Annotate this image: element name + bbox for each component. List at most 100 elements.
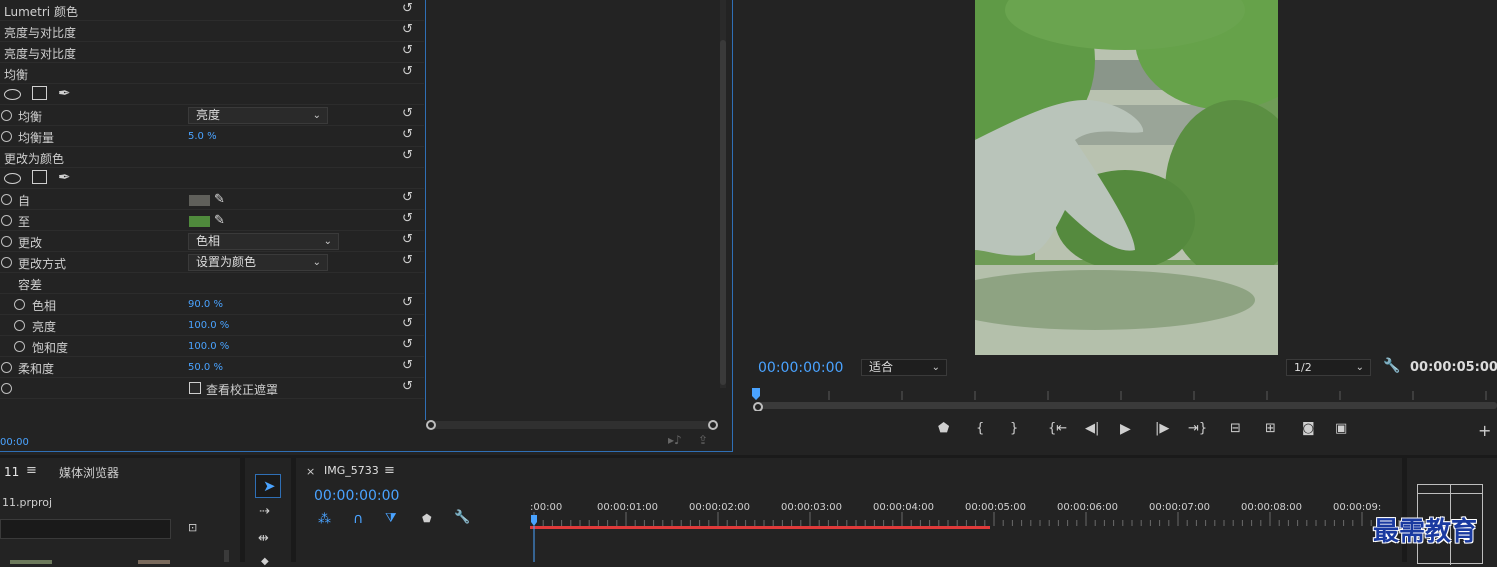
reset-icon[interactable]: ↺ [402,65,416,79]
param-value[interactable]: 90.0 % [188,299,223,310]
effect-row-lumetri[interactable]: Lumetri 颜色 ↺ [0,0,424,21]
zoom-handle-left[interactable] [426,420,436,430]
reset-icon[interactable]: ↺ [402,254,416,268]
view-correction-mask-checkbox[interactable] [189,382,201,394]
export-frame-icon[interactable]: ◙ [1302,421,1315,436]
pen-mask-icon[interactable]: ✒ [58,168,71,186]
to-color-swatch[interactable] [189,216,210,227]
param-value[interactable]: 5.0 % [188,131,217,142]
go-to-out-icon[interactable]: ⇥} [1188,421,1207,436]
param-value[interactable]: 100.0 % [188,320,229,331]
program-video-frame[interactable] [975,0,1278,355]
find-icon[interactable]: ⊡ [188,521,197,534]
fit-dropdown[interactable]: 适合 ⌄ [861,359,947,376]
effect-row-brightness-contrast[interactable]: 亮度与对比度 ↺ [0,21,424,42]
zoom-handle-right[interactable] [708,420,718,430]
param-value[interactable]: 50.0 % [188,362,223,373]
stopwatch-icon[interactable] [14,341,25,352]
change-dropdown[interactable]: 色相 ⌄ [188,233,339,250]
reset-icon[interactable]: ↺ [402,44,416,58]
lift-icon[interactable]: ⊟ [1230,421,1241,436]
effect-row-equalize[interactable]: 均衡 ↺ [0,63,424,84]
tab-media-browser[interactable]: 媒体浏览器 [59,464,119,481]
audio-loop-icon[interactable]: ▸♪ [668,433,682,447]
reset-icon[interactable]: ↺ [402,212,416,226]
effect-row-change-to-color[interactable]: 更改为颜色 ↺ [0,147,424,168]
change-by-dropdown[interactable]: 设置为颜色 ⌄ [188,254,328,271]
mark-in-icon[interactable]: { [976,421,984,436]
timeline-settings-icon[interactable]: 🔧 [454,510,470,525]
project-scrollbar[interactable] [224,550,229,562]
reset-icon[interactable]: ↺ [402,233,416,247]
ellipse-mask-icon[interactable] [4,173,21,184]
linked-selection-icon[interactable]: ⧩ [385,511,397,526]
media-thumbnail[interactable] [138,560,170,564]
stopwatch-icon[interactable] [1,362,12,373]
effect-zoom-bar[interactable] [426,420,718,430]
timeline-ruler[interactable]: :00:00 00:00:01:00 00:00:02:00 00:00:03:00 0… [530,498,1402,562]
panel-menu-icon[interactable]: ≡ [384,463,395,478]
eyedropper-icon[interactable]: ✎ [214,192,225,207]
extract-icon[interactable]: ⊞ [1265,421,1276,436]
stopwatch-icon[interactable] [1,257,12,268]
track-select-icon[interactable]: ⇢ [259,504,270,519]
stopwatch-icon[interactable] [14,299,25,310]
rectangle-mask-icon[interactable] [32,86,47,100]
effect-row-brightness-contrast-2[interactable]: 亮度与对比度 ↺ [0,42,424,63]
effect-timeline-area[interactable] [425,0,720,420]
tab-project[interactable]: 11 [4,465,19,479]
reset-icon[interactable]: ↺ [402,149,416,163]
add-button-icon[interactable]: + [1478,421,1491,440]
ripple-edit-icon[interactable]: ⇹ [258,531,269,546]
eyedropper-icon[interactable]: ✎ [214,213,225,228]
reset-icon[interactable]: ↺ [402,317,416,331]
add-marker-icon[interactable]: ⬟ [938,421,949,436]
reset-icon[interactable]: ↺ [402,128,416,142]
stopwatch-icon[interactable] [1,236,12,247]
stopwatch-icon[interactable] [1,131,12,142]
rectangle-mask-icon[interactable] [32,170,47,184]
snap-icon[interactable]: ∩ [353,511,363,527]
export-icon[interactable]: ⇪ [698,433,708,447]
snap-nest-icon[interactable]: ⁂ [318,512,331,527]
reset-icon[interactable]: ↺ [402,296,416,310]
play-icon[interactable]: ▶ [1120,421,1131,437]
add-marker-icon[interactable]: ⬟ [422,512,432,525]
reset-icon[interactable]: ↺ [402,2,416,16]
panel-menu-icon[interactable]: ≡ [26,463,37,478]
go-to-in-icon[interactable]: {⇤ [1048,421,1067,436]
stopwatch-icon[interactable] [1,383,12,394]
stopwatch-icon[interactable] [1,110,12,121]
effect-timecode[interactable]: 00:00 [0,437,29,448]
effect-controls-scrollbar[interactable] [720,0,726,388]
comparison-view-icon[interactable]: ▣ [1335,421,1347,436]
reset-icon[interactable]: ↺ [402,338,416,352]
stopwatch-icon[interactable] [1,215,12,226]
program-time-ruler[interactable] [752,386,1497,412]
reset-icon[interactable]: ↺ [402,107,416,121]
media-thumbnail[interactable] [10,560,52,564]
selection-tool-button[interactable]: ➤ [255,474,281,498]
stopwatch-icon[interactable] [1,194,12,205]
ellipse-mask-icon[interactable] [4,89,21,100]
param-value[interactable]: 100.0 % [188,341,229,352]
reset-icon[interactable]: ↺ [402,380,416,394]
pen-mask-icon[interactable]: ✒ [58,84,71,102]
reset-icon[interactable]: ↺ [402,23,416,37]
wrench-icon[interactable]: 🔧 [1383,358,1400,374]
program-timecode[interactable]: 00:00:00:00 [758,360,843,376]
stopwatch-icon[interactable] [14,320,25,331]
search-input[interactable] [0,519,171,539]
equalize-dropdown[interactable]: 亮度 ⌄ [188,107,328,124]
reset-icon[interactable]: ↺ [402,191,416,205]
step-forward-icon[interactable]: |▶ [1155,421,1169,436]
timeline-timecode[interactable]: 00:00:00:00 [314,488,399,504]
group-row-tolerance[interactable]: 容差 [0,273,424,294]
sequence-tab[interactable]: IMG_5733 [324,464,379,477]
mark-out-icon[interactable]: } [1010,421,1018,436]
reset-icon[interactable]: ↺ [402,359,416,373]
step-back-icon[interactable]: ◀| [1085,421,1099,436]
from-color-swatch[interactable] [189,195,210,206]
close-tab-icon[interactable]: × [306,465,315,478]
resolution-dropdown[interactable]: 1/2 ⌄ [1286,359,1371,376]
